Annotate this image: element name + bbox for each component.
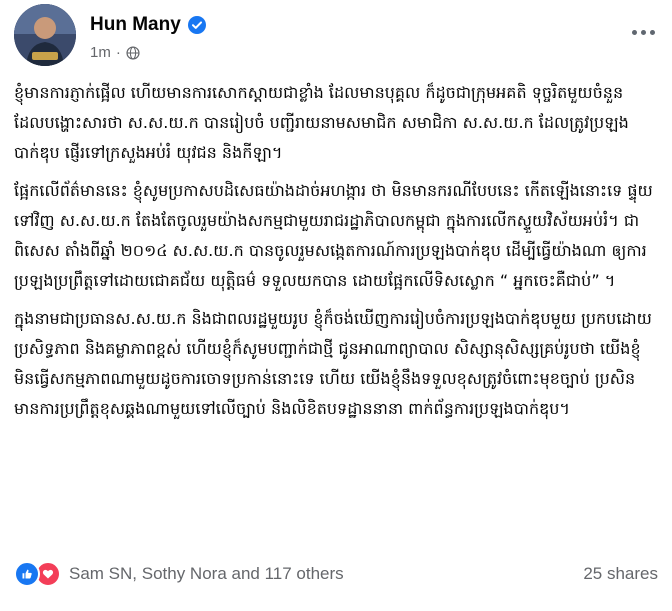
more-options-icon[interactable]	[628, 22, 658, 42]
post-header: Hun Many 1m ·	[14, 4, 658, 66]
reaction-icons[interactable]	[14, 561, 61, 587]
reaction-names[interactable]: Sam SN, Sothy Nora and 117 others	[69, 564, 344, 584]
author-name[interactable]: Hun Many	[90, 14, 181, 36]
post-timestamp[interactable]: 1m	[90, 44, 111, 61]
facebook-post: Hun Many 1m · ខ្ញុំមានការភ្ញាក់ផ្អើល ហើយ…	[0, 0, 672, 611]
post-paragraph: ផ្អែកលើព័ត៌មាននេះ ខ្ញុំសូមប្រកាសបដិសេធយ៉…	[14, 181, 653, 290]
post-body: ខ្ញុំមានការភ្ញាក់ផ្អើល ហើយមានការសោកស្តាយ…	[14, 78, 658, 432]
post-paragraph: ក្នុងនាមជាប្រធានស.ស.យ.ក និងជាពលរដ្ឋមួយរូ…	[14, 309, 652, 418]
meta-separator: ·	[115, 44, 121, 61]
post-paragraph: ខ្ញុំមានការភ្ញាក់ផ្អើល ហើយមានការសោកស្តាយ…	[14, 83, 629, 162]
post-meta: 1m ·	[90, 44, 140, 61]
globe-icon[interactable]	[126, 45, 140, 60]
post-footer: Sam SN, Sothy Nora and 117 others 25 sha…	[14, 560, 658, 588]
avatar[interactable]	[14, 4, 76, 66]
author-name-row: Hun Many	[90, 14, 206, 36]
verified-badge-icon	[187, 16, 206, 34]
like-reaction-icon	[14, 561, 40, 587]
shares-count[interactable]: 25 shares	[583, 564, 658, 584]
